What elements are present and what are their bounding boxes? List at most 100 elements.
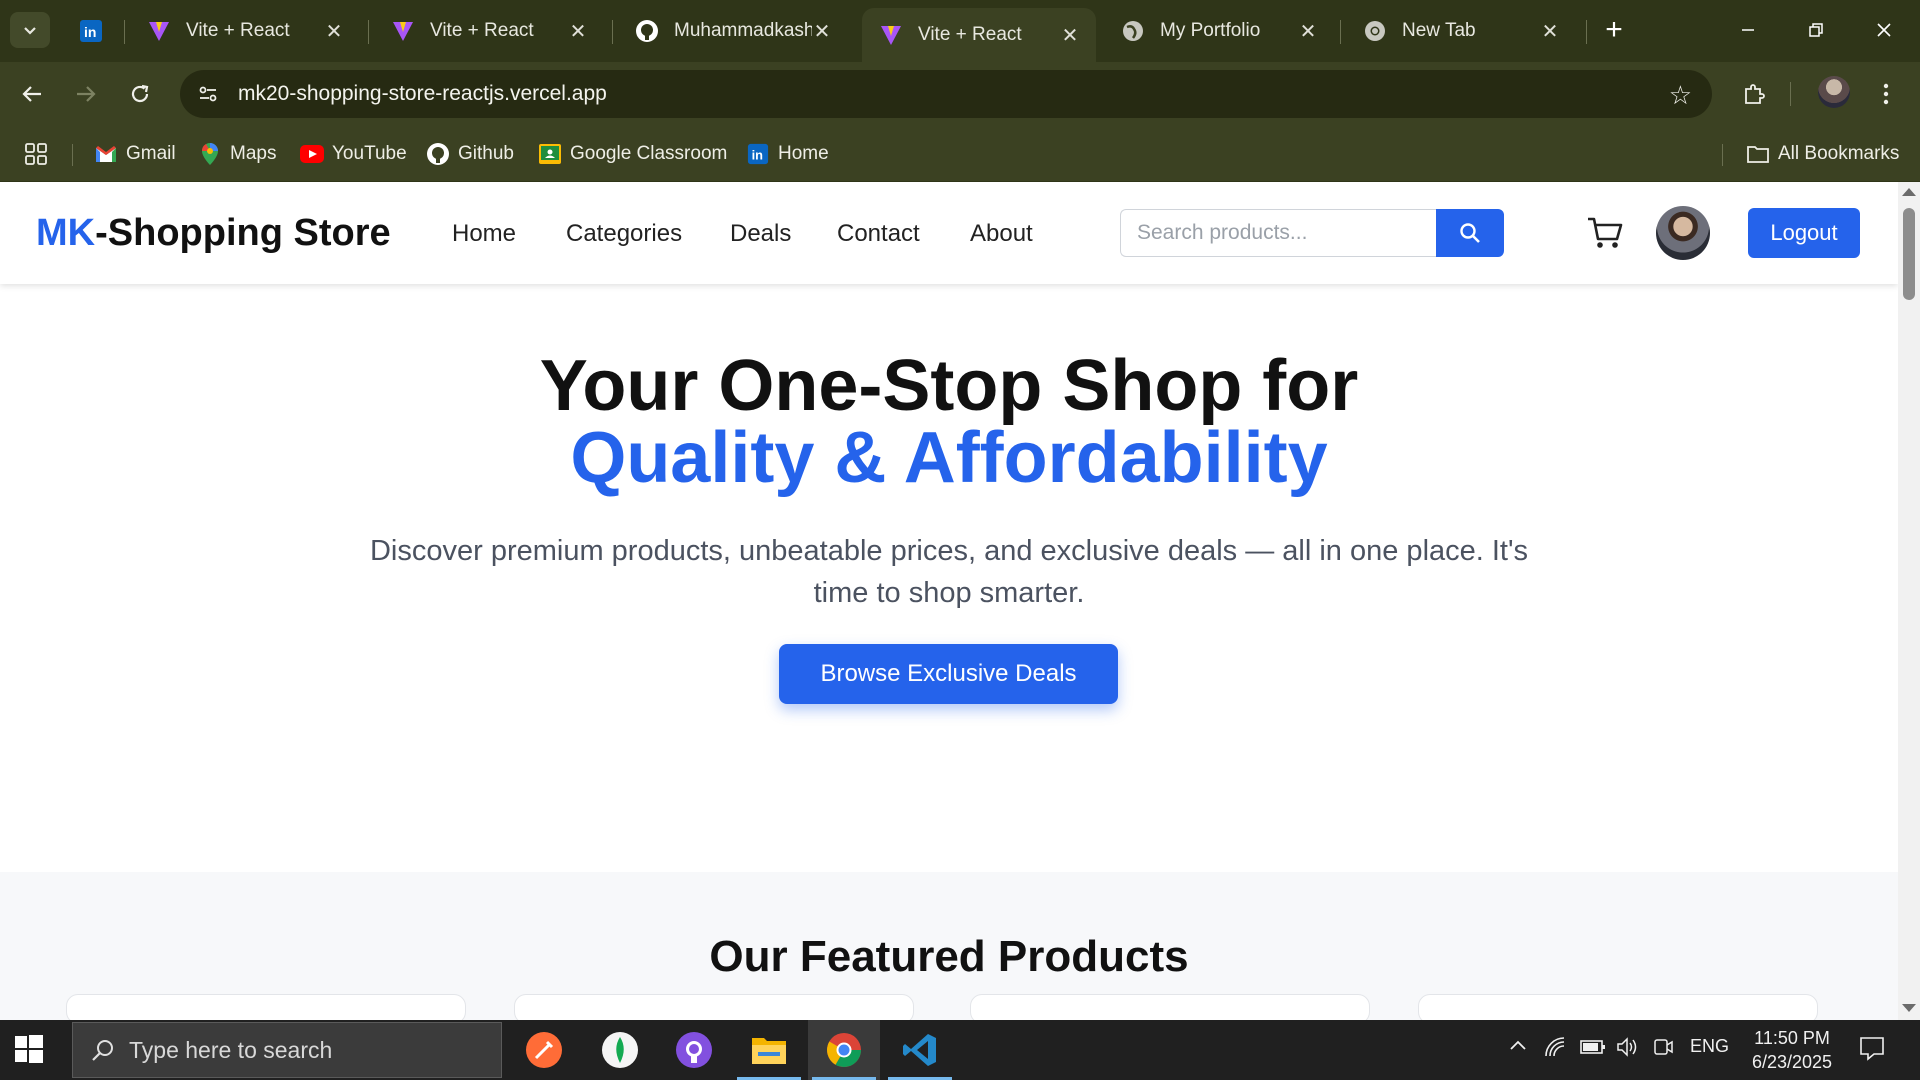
taskbar-app-mongodb-compass[interactable] (584, 1020, 656, 1080)
bookmark-youtube[interactable]: YouTube (300, 138, 407, 170)
product-search-input[interactable] (1120, 209, 1436, 257)
taskbar-app-vscode[interactable] (884, 1020, 956, 1080)
close-icon[interactable]: ✕ (568, 19, 588, 44)
close-icon[interactable]: ✕ (1298, 19, 1318, 44)
search-button[interactable] (1436, 209, 1504, 257)
bookmark-maps[interactable]: Maps (198, 138, 276, 170)
taskbar-app-postman[interactable] (508, 1020, 580, 1080)
bookmark-github[interactable]: Github (426, 138, 514, 170)
scroll-down-arrow-icon[interactable] (1902, 1004, 1916, 1012)
tab-separator (1340, 20, 1341, 44)
taskbar-search-box[interactable]: Type here to search (72, 1022, 502, 1078)
product-card[interactable] (1418, 994, 1818, 1020)
taskbar-clock[interactable]: 11:50 PM 6/23/2025 (1740, 1026, 1844, 1074)
tab-linkedin[interactable]: in (62, 10, 124, 52)
postman-icon (526, 1032, 562, 1068)
address-bar[interactable]: mk20-shopping-store-reactjs.vercel.app ☆ (180, 70, 1712, 118)
vscode-icon (903, 1034, 936, 1066)
browse-deals-button[interactable]: Browse Exclusive Deals (779, 644, 1118, 704)
battery-icon[interactable] (1580, 1036, 1606, 1063)
tab-separator (612, 20, 613, 44)
github-desktop-icon (676, 1032, 712, 1068)
windows-taskbar: Type here to search ENG 11:50 PM 6/23/20… (0, 1020, 1920, 1080)
youtube-icon (300, 142, 324, 166)
bookmark-home[interactable]: in Home (746, 138, 829, 170)
tab-my-portfolio[interactable]: My Portfolio ✕ (1104, 10, 1334, 52)
tab-title: My Portfolio (1160, 20, 1261, 41)
close-icon[interactable]: ✕ (812, 19, 832, 44)
chrome-icon (1362, 18, 1388, 44)
page-scrollbar[interactable] (1898, 182, 1920, 1020)
volume-icon[interactable] (1616, 1036, 1640, 1063)
all-bookmarks-button[interactable]: All Bookmarks (1746, 138, 1899, 170)
profile-avatar-icon[interactable] (1818, 76, 1850, 108)
wifi-icon[interactable] (1544, 1036, 1566, 1063)
site-logo[interactable]: MK-Shopping Store (36, 212, 391, 255)
extensions-button[interactable] (1736, 76, 1772, 112)
input-language-indicator[interactable]: ENG (1690, 1036, 1729, 1057)
tab-vite-react-active[interactable]: Vite + React ✕ (862, 8, 1096, 62)
classroom-icon (538, 142, 562, 166)
linkedin-icon: in (746, 142, 770, 166)
taskbar-app-file-explorer[interactable] (733, 1020, 805, 1080)
show-hidden-icons-chevron-up-icon[interactable] (1508, 1036, 1528, 1061)
cart-icon[interactable] (1586, 214, 1624, 252)
scrollbar-thumb[interactable] (1903, 208, 1915, 300)
bookmark-label: Gmail (126, 143, 176, 164)
windows-start-icon[interactable] (14, 1034, 46, 1066)
puzzle-icon (1745, 84, 1765, 104)
chevron-down-icon (24, 27, 36, 35)
tab-vite-react-1[interactable]: Vite + React ✕ (130, 10, 360, 52)
browser-toolbar: mk20-shopping-store-reactjs.vercel.app ☆ (0, 62, 1920, 126)
taskbar-search-placeholder: Type here to search (129, 1036, 333, 1063)
hero-description: Discover premium products, unbeatable pr… (369, 535, 1529, 609)
restore-button[interactable] (1786, 12, 1846, 48)
close-window-button[interactable] (1854, 12, 1914, 48)
bookmark-gmail[interactable]: Gmail (94, 138, 176, 170)
notifications-icon[interactable] (1858, 1034, 1886, 1067)
tab-new-tab[interactable]: New Tab ✕ (1346, 10, 1576, 52)
logout-button[interactable]: Logout (1748, 208, 1860, 258)
url-text: mk20-shopping-store-reactjs.vercel.app (238, 82, 607, 105)
taskbar-app-chrome[interactable] (808, 1020, 880, 1080)
close-icon[interactable]: ✕ (1540, 19, 1560, 44)
bookmark-star-icon[interactable]: ☆ (1669, 80, 1692, 111)
new-tab-button[interactable]: + (1584, 12, 1644, 48)
page-viewport: MK-Shopping Store Home Categories Deals … (0, 182, 1898, 1020)
reload-button[interactable] (122, 76, 158, 112)
chrome-icon (827, 1033, 861, 1067)
tab-title: Vite + React (186, 20, 290, 41)
arrow-left-icon (22, 86, 41, 102)
forward-button[interactable] (68, 76, 104, 112)
nav-categories[interactable]: Categories (566, 220, 682, 248)
taskbar-app-github-desktop[interactable] (658, 1020, 730, 1080)
back-button[interactable] (14, 76, 50, 112)
apps-button[interactable] (24, 138, 48, 170)
globe-icon (1120, 18, 1146, 44)
product-card[interactable] (514, 994, 914, 1020)
scroll-up-arrow-icon[interactable] (1902, 188, 1916, 196)
nav-about[interactable]: About (970, 220, 1033, 248)
user-avatar[interactable] (1656, 206, 1710, 260)
bookmark-separator (1722, 144, 1723, 166)
site-info-icon[interactable] (194, 80, 222, 108)
product-card[interactable] (66, 994, 466, 1020)
featured-products-section: Our Featured Products (0, 872, 1898, 1020)
nav-deals[interactable]: Deals (730, 220, 791, 248)
minimize-button[interactable] (1718, 12, 1778, 48)
bookmark-google-classroom[interactable]: Google Classroom (538, 138, 727, 170)
linkedin-icon: in (78, 18, 104, 44)
close-icon[interactable]: ✕ (1060, 23, 1080, 48)
tab-vite-react-2[interactable]: Vite + React ✕ (374, 10, 604, 52)
nav-home[interactable]: Home (452, 220, 516, 248)
logo-prefix: MK (36, 212, 96, 254)
product-card[interactable] (970, 994, 1370, 1020)
tab-github[interactable]: Muhammadkashi ✕ (618, 10, 848, 52)
nav-contact[interactable]: Contact (837, 220, 920, 248)
menu-button[interactable] (1868, 76, 1904, 112)
meet-now-icon[interactable] (1652, 1036, 1674, 1063)
tab-search-button[interactable] (10, 12, 50, 48)
restore-icon (1809, 23, 1823, 37)
mongodb-compass-icon (602, 1032, 638, 1068)
close-icon[interactable]: ✕ (324, 19, 344, 44)
